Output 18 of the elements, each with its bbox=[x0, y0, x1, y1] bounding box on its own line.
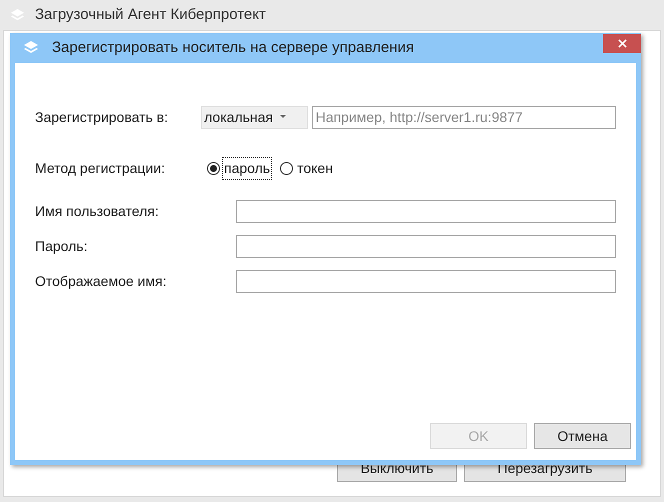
window-title: Загрузочный Агент Киберпротект bbox=[35, 4, 266, 25]
register-label: Зарегистрировать в: bbox=[35, 108, 170, 127]
field-label: Имя пользователя: bbox=[35, 202, 160, 221]
dialog-title: Зарегистрировать носитель на сервере управления bbox=[52, 38, 414, 58]
input-field[interactable] bbox=[236, 270, 616, 293]
close-button[interactable] bbox=[603, 34, 641, 53]
field-label: Отображаемое имя: bbox=[35, 272, 168, 291]
input-field[interactable] bbox=[236, 200, 616, 223]
method-label: Метод регистрации: bbox=[35, 158, 166, 178]
dialog-button[interactable]: Отмена bbox=[534, 423, 631, 449]
close-icon bbox=[618, 39, 626, 48]
field-label: Пароль: bbox=[35, 237, 88, 256]
layers-icon bbox=[23, 40, 39, 56]
input-field[interactable] bbox=[236, 235, 616, 258]
server-address-field[interactable]: Например, http://server1.ru:9877 bbox=[312, 106, 616, 128]
radio-option[interactable]: токен bbox=[280, 158, 335, 178]
caret-icon bbox=[280, 115, 286, 119]
server-dropdown[interactable]: локальная bbox=[201, 106, 308, 128]
